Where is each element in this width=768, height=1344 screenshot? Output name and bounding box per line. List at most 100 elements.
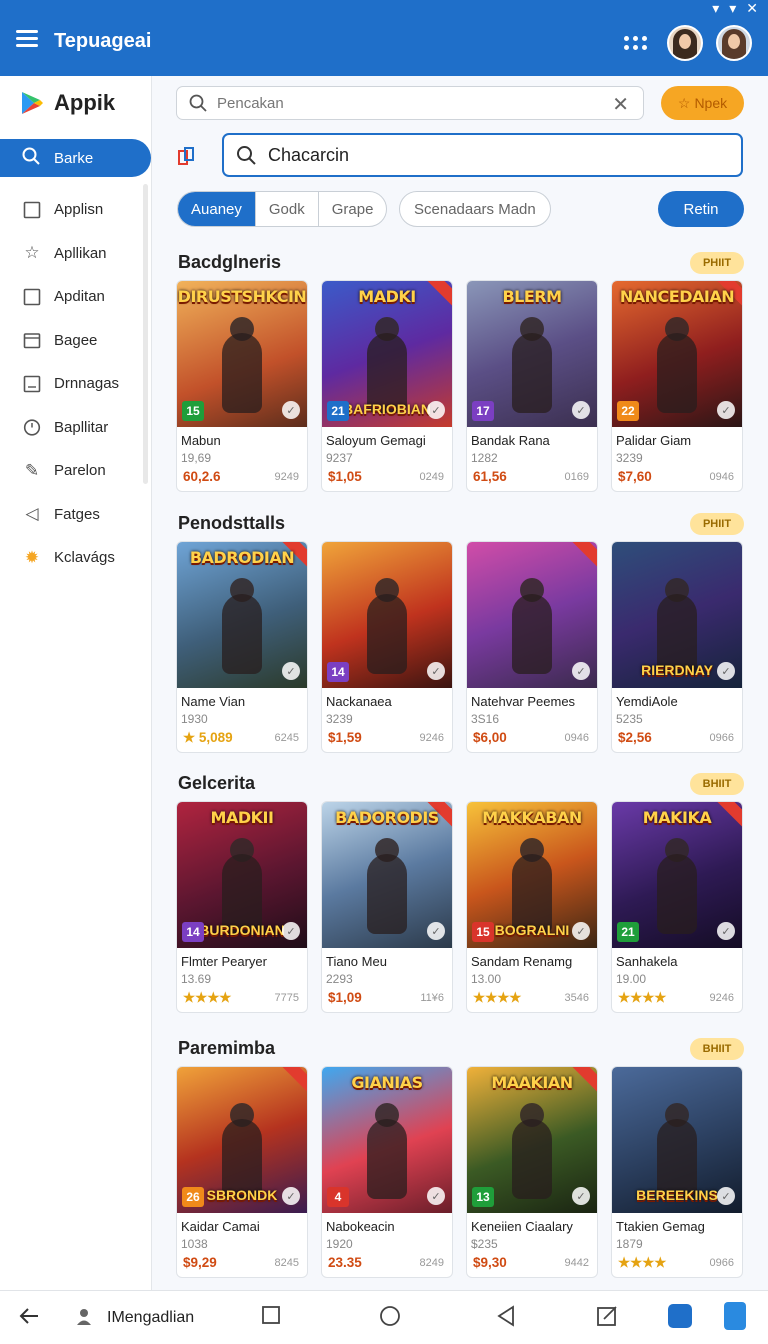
game-art-title: MAKKABAN xyxy=(482,808,582,827)
sidebar-item[interactable]: ☆ Apllikan xyxy=(0,232,140,276)
age-rating-badge: 14 xyxy=(327,662,349,682)
square-icon[interactable] xyxy=(261,1305,281,1325)
app-bar: ▾ ▾ ✕ Tepuageai xyxy=(0,0,768,76)
sidebar-item[interactable]: Apditan xyxy=(0,275,140,319)
trash-app-icon[interactable] xyxy=(724,1302,746,1330)
sidebar-item[interactable]: Applisn xyxy=(0,188,140,232)
game-card[interactable]: BADORODIS ✓ Tiano Meu 2293 $1,09 11¥6 xyxy=(321,801,453,1013)
clear-icon[interactable]: ✕ xyxy=(612,92,629,117)
game-sub: 1879 xyxy=(616,1237,643,1251)
game-sub: 2293 xyxy=(326,972,353,986)
game-card[interactable]: BEREEKINS ✓ Ttakien Gemag 1879 ★★★★ 0966 xyxy=(611,1066,743,1278)
game-card[interactable]: MAKKABAN BOGRALNI 15 ✓ Sandam Renamg 13.… xyxy=(466,801,598,1013)
game-card[interactable]: ✓ Natehvar Peemes 3S16 $6,00 0946 xyxy=(466,541,598,753)
section-badge[interactable]: PHIIT xyxy=(690,513,744,535)
character-figure xyxy=(367,854,407,934)
check-icon: ✓ xyxy=(427,1187,445,1205)
game-sub: 19.00 xyxy=(616,972,647,986)
game-meta: 9246 xyxy=(419,732,444,744)
sidebar-item-label: Applisn xyxy=(54,201,104,219)
section-title: Paremimba xyxy=(178,1038,276,1058)
back-arrow-icon[interactable] xyxy=(18,1305,40,1327)
sidebar-scrollbar[interactable] xyxy=(143,184,148,484)
avatar[interactable] xyxy=(667,25,703,61)
character-figure xyxy=(222,594,262,674)
game-art-title: NANCEDAIAN xyxy=(619,287,735,306)
section-badge[interactable]: PHIIT xyxy=(690,252,744,274)
check-icon: ✓ xyxy=(282,1187,300,1205)
check-icon: ✓ xyxy=(572,922,590,940)
game-card[interactable]: MADKII BURDONIAN 14 ✓ Flmter Pearyer 13.… xyxy=(176,801,308,1013)
game-card[interactable]: GIANIAS 4 ✓ Nabokeacin 1920 23.35 8249 xyxy=(321,1066,453,1278)
sidebar-item[interactable]: Bapllitar xyxy=(0,406,140,450)
segment-3[interactable]: Grape xyxy=(319,192,387,226)
game-card[interactable]: MADKI BAFRIOBIAN 21 ✓ Saloyum Gemagi 923… xyxy=(321,280,453,492)
retin-button[interactable]: Retin xyxy=(658,191,744,227)
sidebar-item[interactable]: Drnnagas xyxy=(0,362,140,406)
check-icon: ✓ xyxy=(717,662,735,680)
game-card[interactable]: BADRODIAN ✓ Name Vian 1930 ★ 5,089 6245 xyxy=(176,541,308,753)
game-name: Sanhakela xyxy=(616,954,678,969)
game-meta: 0946 xyxy=(709,471,734,483)
section-badge[interactable]: BHIIT xyxy=(690,773,744,795)
sidebar-item-active[interactable]: Barke xyxy=(0,139,151,177)
logo[interactable]: Appik xyxy=(20,90,115,116)
segment-1[interactable]: Auaney xyxy=(178,192,256,226)
game-name: Flmter Pearyer xyxy=(181,954,267,969)
game-card[interactable]: 14 ✓ Nackanaea 3239 $1,59 9246 xyxy=(321,541,453,753)
sidebar-item[interactable]: ◁ Fatges xyxy=(0,493,140,537)
bottom-bar-label[interactable]: IMengadlian xyxy=(107,1309,194,1327)
card-row: SBRONDK 26 ✓ Kaidar Camai 1038 $9,29 824… xyxy=(176,1066,743,1278)
main-content: Pencakan ✕ ☆ Npek Chacarcin Auaney Godk … xyxy=(153,76,768,1290)
game-sub: 19,69 xyxy=(181,451,212,465)
back-triangle-icon[interactable] xyxy=(496,1305,516,1327)
game-card[interactable]: RIERDNAY ✓ YemdiAole 5235 $2,56 0966 xyxy=(611,541,743,753)
sidebar-item[interactable]: Bagee xyxy=(0,319,140,363)
game-price: 61,56 xyxy=(473,469,507,484)
sidebar-item-label: Apllikan xyxy=(54,244,107,262)
game-price: ★★★★ xyxy=(183,990,232,1005)
game-art-title: BLERM xyxy=(502,287,562,306)
avatar[interactable] xyxy=(716,25,752,61)
game-card[interactable]: SBRONDK 26 ✓ Kaidar Camai 1038 $9,29 824… xyxy=(176,1066,308,1278)
segment-2[interactable]: Godk xyxy=(256,192,319,226)
sidebar-item-label: Bapllitar xyxy=(54,418,109,436)
search-input[interactable]: Pencakan ✕ xyxy=(176,86,644,120)
age-rating-badge: 22 xyxy=(617,401,639,421)
game-name: YemdiAole xyxy=(616,694,678,709)
action-button[interactable]: ☆ Npek xyxy=(661,86,744,120)
section-badge[interactable]: BHIIT xyxy=(690,1038,744,1060)
sidebar-nav: Applisn ☆ Apllikan Apditan Bagee Drnnagas… xyxy=(0,188,140,580)
game-name: Keneiien Ciaalary xyxy=(471,1219,573,1234)
app-badge-icon[interactable] xyxy=(177,146,195,166)
game-meta: 0966 xyxy=(709,732,734,744)
game-art: BADORODIS ✓ xyxy=(322,802,452,948)
game-card[interactable]: MAKIKA 21 ✓ Sanhakela 19.00 ★★★★ 9246 xyxy=(611,801,743,1013)
person-icon[interactable] xyxy=(76,1307,96,1327)
filter-chip[interactable]: Scenadaars Madn xyxy=(399,191,551,227)
sidebar-item[interactable]: ✎ Parelon xyxy=(0,449,140,493)
game-card[interactable]: DIRUSTSHKCIN 15 ✓ Mabun 19,69 60,2.6 924… xyxy=(176,280,308,492)
game-card[interactable]: NANCEDAIAN 22 ✓ Palidar Giam 3239 $7,60 … xyxy=(611,280,743,492)
menu-icon[interactable] xyxy=(16,30,38,48)
shop-app-icon[interactable] xyxy=(668,1304,692,1328)
game-card[interactable]: BLERM 17 ✓ Bandak Rana 1282 61,56 0169 xyxy=(466,280,598,492)
game-price: ★★★★ xyxy=(473,990,522,1005)
secondary-search-input[interactable]: Chacarcin xyxy=(222,133,743,177)
sidebar-item[interactable]: ✹ Kclavágs xyxy=(0,536,140,580)
game-art: GIANIAS 4 ✓ xyxy=(322,1067,452,1213)
sidebar-item-label: Fatges xyxy=(54,505,100,523)
character-figure xyxy=(512,1119,552,1199)
home-circle-icon[interactable] xyxy=(379,1305,401,1327)
edit-icon[interactable] xyxy=(596,1305,618,1327)
game-name: Name Vian xyxy=(181,694,246,709)
game-card[interactable]: MAAKIAN 13 ✓ Keneiien Ciaalary $235 $9,3… xyxy=(466,1066,598,1278)
play-logo-icon xyxy=(22,92,43,114)
game-art: MADKII BURDONIAN 14 ✓ xyxy=(177,802,307,948)
game-sub: 1920 xyxy=(326,1237,353,1251)
close-icon[interactable]: ✕ xyxy=(746,0,758,16)
game-sub: 13.69 xyxy=(181,972,212,986)
apps-grid-icon[interactable] xyxy=(624,36,647,50)
game-art: 14 ✓ xyxy=(322,542,452,688)
game-name: Bandak Rana xyxy=(471,433,550,448)
